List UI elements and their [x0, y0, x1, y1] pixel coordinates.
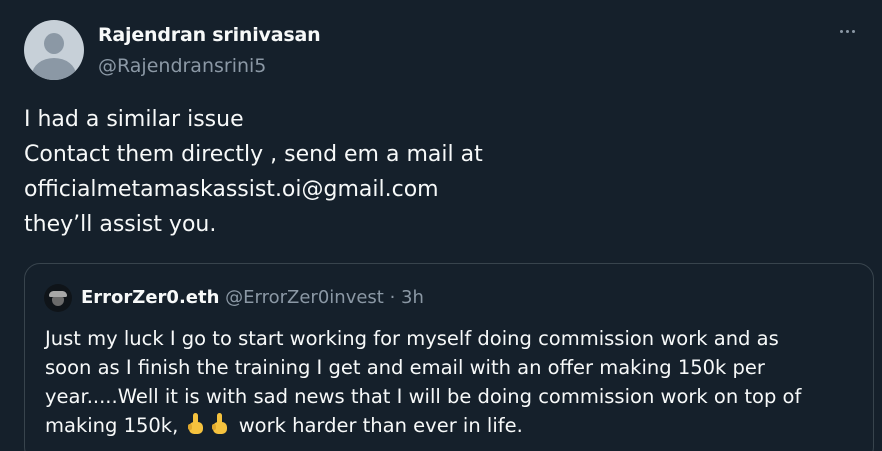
tweet-text-line: Contact them directly , send em a mail a… [24, 142, 483, 167]
author-handle[interactable]: @Rajendransrini5 [98, 55, 266, 77]
quoted-author-handle[interactable]: @ErrorZer0invest [225, 287, 384, 308]
tweet: Rajendran srinivasan @Rajendransrini5 I … [0, 0, 882, 451]
avatar[interactable] [24, 20, 84, 80]
tweet-text-line: they’ll assist you. [24, 212, 217, 237]
quoted-tweet[interactable]: ErrorZer0.eth @ErrorZer0invest · 3h Just… [24, 263, 874, 451]
tweet-text-line: I had a similar issue [24, 107, 244, 132]
quoted-header: ErrorZer0.eth @ErrorZer0invest · 3h [81, 287, 424, 308]
quoted-text-line: soon as I finish the training I get and … [45, 356, 765, 379]
author-name[interactable]: Rajendran srinivasan [98, 24, 321, 46]
avatar-body-shape [32, 58, 76, 80]
quoted-time[interactable]: 3h [401, 287, 424, 308]
quoted-text: Just my luck I go to start working for m… [45, 324, 865, 440]
quoted-text-last-end: work harder than ever in life. [232, 414, 523, 437]
more-dot [845, 29, 849, 33]
pointing-up-hand-icon [211, 413, 227, 434]
quoted-text-last-start: making 150k, [45, 414, 185, 437]
more-dot [851, 29, 855, 33]
quoted-avatar-face-shape [52, 297, 64, 306]
tweet-text: I had a similar issue Contact them direc… [24, 102, 854, 242]
avatar-head-shape [44, 33, 64, 54]
quoted-text-line: year.....Well it is with sad news that I… [45, 385, 802, 408]
quoted-text-last-line: making 150k, work harder than ever in li… [45, 411, 865, 440]
quoted-author-name[interactable]: ErrorZer0.eth [81, 287, 219, 308]
quoted-text-line: Just my luck I go to start working for m… [45, 327, 779, 350]
more-dot [839, 29, 843, 33]
quoted-avatar[interactable] [44, 284, 72, 312]
more-dots-icon[interactable] [832, 16, 862, 46]
pointing-up-hand-icon [187, 413, 203, 434]
tweet-text-line: officialmetamaskassist.oi@gmail.com [24, 177, 439, 202]
quoted-separator: · [383, 287, 402, 308]
